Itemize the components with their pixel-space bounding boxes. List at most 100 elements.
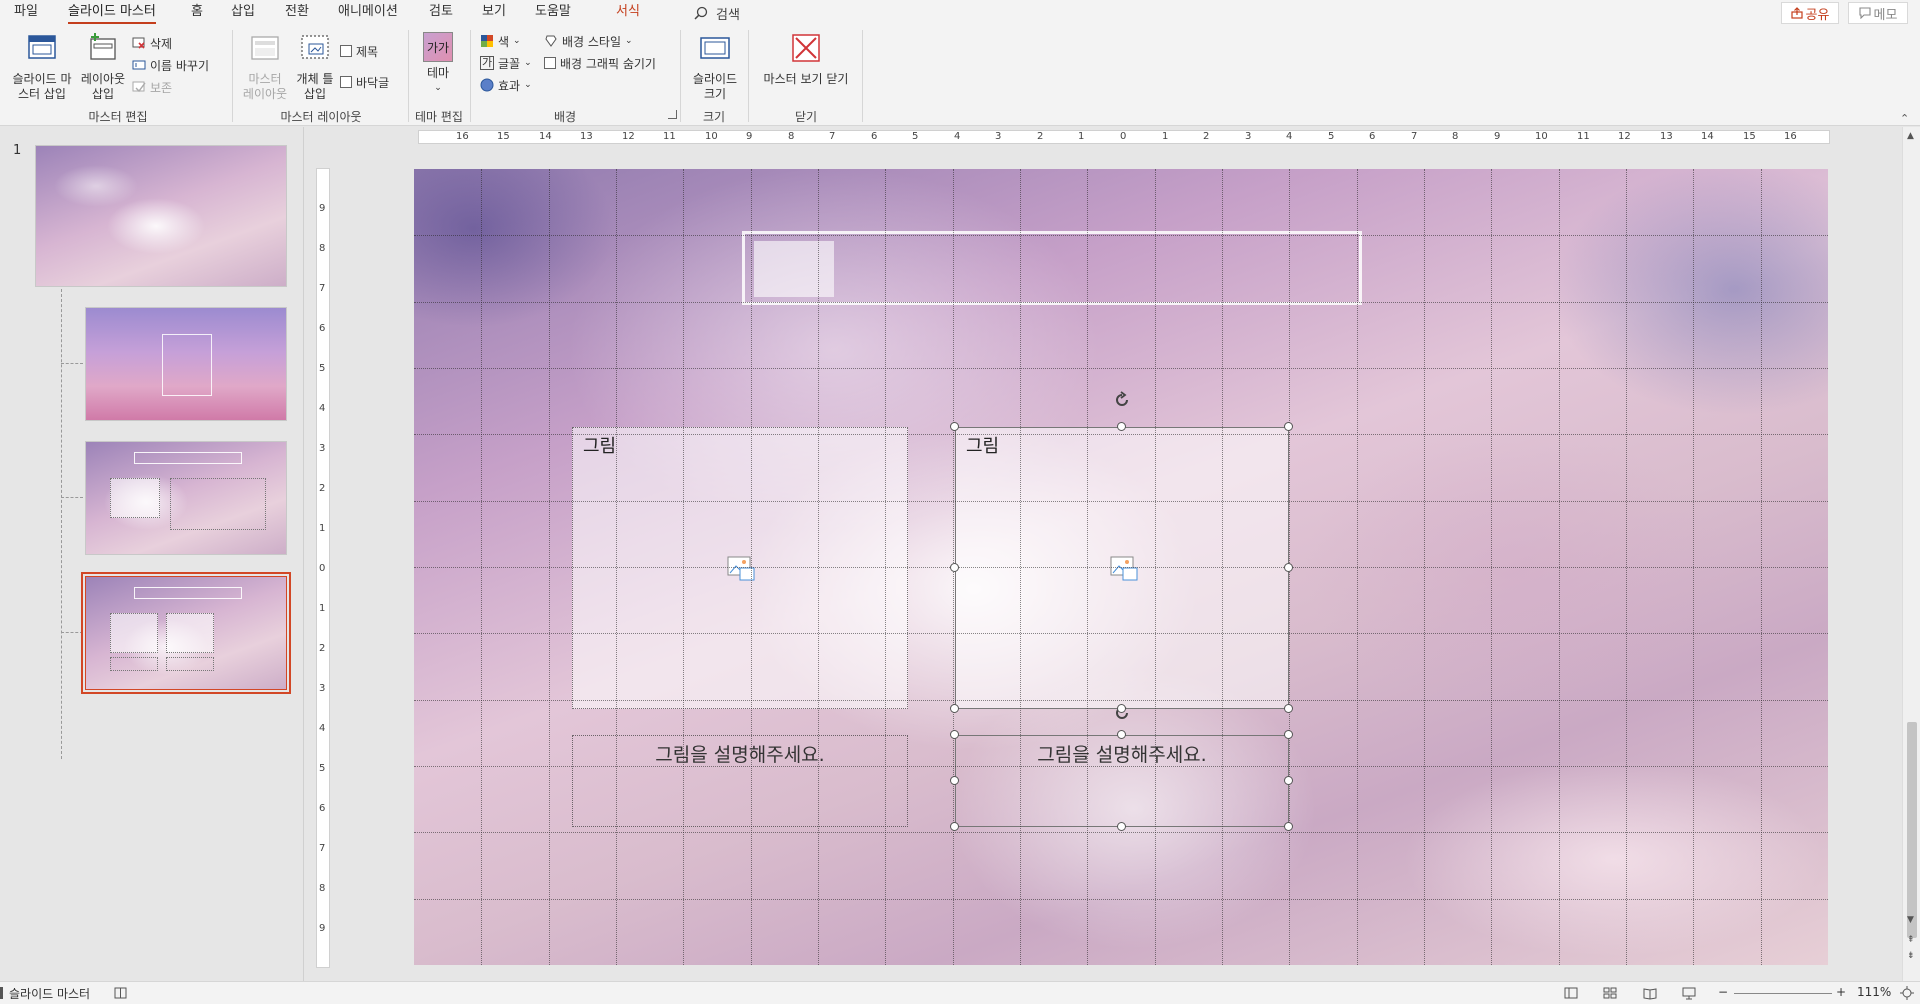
- layout-thumbnail-selected[interactable]: [81, 572, 291, 694]
- themes-button[interactable]: 가가 테마 ⌄: [416, 32, 460, 96]
- layout-thumbnail[interactable]: [85, 441, 287, 555]
- resize-handle[interactable]: [1117, 730, 1126, 739]
- resize-handle[interactable]: [950, 730, 959, 739]
- zoom-in-button[interactable]: +: [1836, 985, 1846, 999]
- tab-format[interactable]: 서식: [616, 4, 640, 24]
- title-checkbox-box[interactable]: [340, 45, 352, 57]
- layout-thumbnail-title: [134, 587, 242, 599]
- previous-slide-icon[interactable]: ⇞: [1907, 935, 1915, 945]
- title-placeholder-frame[interactable]: [742, 231, 1362, 305]
- slide-canvas[interactable]: 그림 그림 그림을 설명해주세요. 그림을 설명해주세요.: [414, 169, 1828, 965]
- search-box[interactable]: 검색: [694, 3, 740, 23]
- ruler-tick-label: 5: [912, 131, 919, 142]
- tab-review[interactable]: 검토: [429, 4, 453, 24]
- hide-background-graphics-label: 배경 그래픽 숨기기: [560, 56, 656, 71]
- slide-size-label-1: 슬라이드: [692, 72, 738, 86]
- slide-sorter-icon[interactable]: [1603, 986, 1617, 1000]
- ruler-tick-label: 4: [1286, 131, 1293, 142]
- resize-handle[interactable]: [1284, 704, 1293, 713]
- picture-placeholder-left[interactable]: 그림: [572, 427, 908, 709]
- zoom-out-button[interactable]: −: [1718, 985, 1728, 999]
- effects-label: 효과: [498, 78, 521, 93]
- insert-picture-icon[interactable]: [1110, 556, 1138, 582]
- delete-button[interactable]: 삭제: [132, 34, 172, 52]
- zoom-level[interactable]: 111%: [1857, 985, 1891, 999]
- footers-checkbox-box[interactable]: [340, 76, 352, 88]
- tab-view[interactable]: 보기: [482, 4, 506, 24]
- next-slide-icon[interactable]: ⇟: [1907, 951, 1915, 961]
- insert-slide-master-label-2: 스터 삽입: [18, 87, 66, 101]
- picture-placeholder-right[interactable]: 그림: [955, 427, 1289, 709]
- resize-handle[interactable]: [1284, 563, 1293, 572]
- resize-handle[interactable]: [1117, 822, 1126, 831]
- resize-handle[interactable]: [1284, 730, 1293, 739]
- ruler-tick-label: 14: [539, 131, 552, 142]
- insert-layout-button[interactable]: 레이아웃 삽입: [80, 32, 126, 102]
- ruler-tick-label: 13: [580, 131, 593, 142]
- tab-transitions[interactable]: 전환: [285, 4, 309, 24]
- ruler-tick-label: 1: [1078, 131, 1085, 142]
- fonts-dropdown[interactable]: 가 글꼴 ⌄: [480, 54, 532, 72]
- ruler-tick-label: 2: [1037, 131, 1044, 142]
- accessibility-icon[interactable]: [114, 986, 128, 1000]
- tab-home[interactable]: 홈: [191, 4, 203, 24]
- ruler-tick-label: 9: [746, 131, 753, 142]
- ruler-tick-label: 8: [319, 243, 326, 254]
- caption-placeholder-left[interactable]: 그림을 설명해주세요.: [572, 735, 908, 827]
- vertical-scrollbar[interactable]: ▲ ▼ ⇞ ⇟: [1902, 127, 1920, 981]
- scrollbar-thumb[interactable]: [1907, 722, 1917, 938]
- resize-handle[interactable]: [950, 776, 959, 785]
- zoom-slider-thumb[interactable]: [0, 987, 3, 999]
- master-layout-button[interactable]: 마스터 레이아웃: [240, 32, 290, 102]
- scroll-down-arrow-icon[interactable]: ▼: [1907, 915, 1914, 925]
- resize-handle[interactable]: [950, 704, 959, 713]
- resize-handle[interactable]: [950, 563, 959, 572]
- colors-dropdown[interactable]: 색 ⌄: [480, 32, 521, 50]
- vertical-ruler[interactable]: 9 8 7 6 5 4 3 2 1 0 1 2 3 4 5 6 7 8 9: [316, 168, 330, 968]
- title-checkbox[interactable]: 제목: [340, 42, 378, 60]
- background-styles-dropdown[interactable]: 배경 스타일 ⌄: [544, 32, 633, 50]
- rename-button[interactable]: 이름 바꾸기: [132, 56, 209, 74]
- effects-dropdown[interactable]: 효과 ⌄: [480, 76, 532, 94]
- status-bar: 슬라이드 마스터 − + 111%: [0, 981, 1920, 1004]
- layout-thumbnail-picture: [166, 613, 214, 653]
- insert-placeholder-button[interactable]: 개체 틀 삽입: [292, 32, 338, 102]
- slide-master-thumbnail[interactable]: [35, 145, 287, 287]
- fit-to-window-icon[interactable]: [1900, 986, 1914, 1000]
- resize-handle[interactable]: [1117, 422, 1126, 431]
- resize-handle[interactable]: [1284, 422, 1293, 431]
- insert-slide-master-button[interactable]: 슬라이드 마 스터 삽입: [8, 32, 76, 102]
- resize-handle[interactable]: [1284, 776, 1293, 785]
- tab-insert[interactable]: 삽입: [231, 4, 255, 24]
- ruler-tick-label: 3: [319, 683, 326, 694]
- resize-handle[interactable]: [1284, 822, 1293, 831]
- tab-file[interactable]: 파일: [14, 4, 38, 24]
- slide-size-button[interactable]: 슬라이드 크기: [688, 32, 742, 102]
- ruler-tick-label: 7: [829, 131, 836, 142]
- caption-placeholder-right[interactable]: 그림을 설명해주세요.: [955, 735, 1289, 827]
- resize-handle[interactable]: [950, 422, 959, 431]
- zoom-slider[interactable]: [1734, 993, 1832, 994]
- tab-slide-master[interactable]: 슬라이드 마스터: [68, 4, 156, 24]
- reading-view-icon[interactable]: [1643, 986, 1657, 1000]
- normal-view-icon[interactable]: [1564, 986, 1578, 1000]
- share-button[interactable]: 공유: [1781, 2, 1839, 24]
- horizontal-ruler[interactable]: 16 15 14 13 12 11 10 9 8 7 6 5 4 3 2 1 0 1 2 3 4 5 6 7 8 9 10 11 12 1…: [418, 130, 1830, 144]
- hide-background-graphics-box[interactable]: [544, 57, 556, 69]
- layout-thumbnail[interactable]: [85, 307, 287, 421]
- hide-background-graphics-checkbox[interactable]: 배경 그래픽 숨기기: [544, 54, 656, 72]
- scroll-up-arrow-icon[interactable]: ▲: [1907, 131, 1914, 141]
- footers-checkbox[interactable]: 바닥글: [340, 73, 389, 91]
- preserve-button[interactable]: 보존: [132, 78, 172, 96]
- collapse-ribbon-icon[interactable]: ⌃: [1900, 112, 1909, 125]
- resize-handle[interactable]: [1117, 704, 1126, 713]
- tab-animations[interactable]: 애니메이션: [338, 4, 398, 24]
- tab-help[interactable]: 도움말: [535, 4, 571, 24]
- close-master-view-button[interactable]: 마스터 보기 닫기: [756, 32, 856, 87]
- memo-button[interactable]: 메모: [1848, 2, 1908, 24]
- resize-handle[interactable]: [950, 822, 959, 831]
- rotate-handle-icon[interactable]: [1112, 390, 1132, 410]
- dialog-launcher-icon[interactable]: [668, 110, 677, 119]
- slideshow-icon[interactable]: [1682, 986, 1696, 1000]
- picture-placeholder-label: 그림: [966, 436, 1000, 457]
